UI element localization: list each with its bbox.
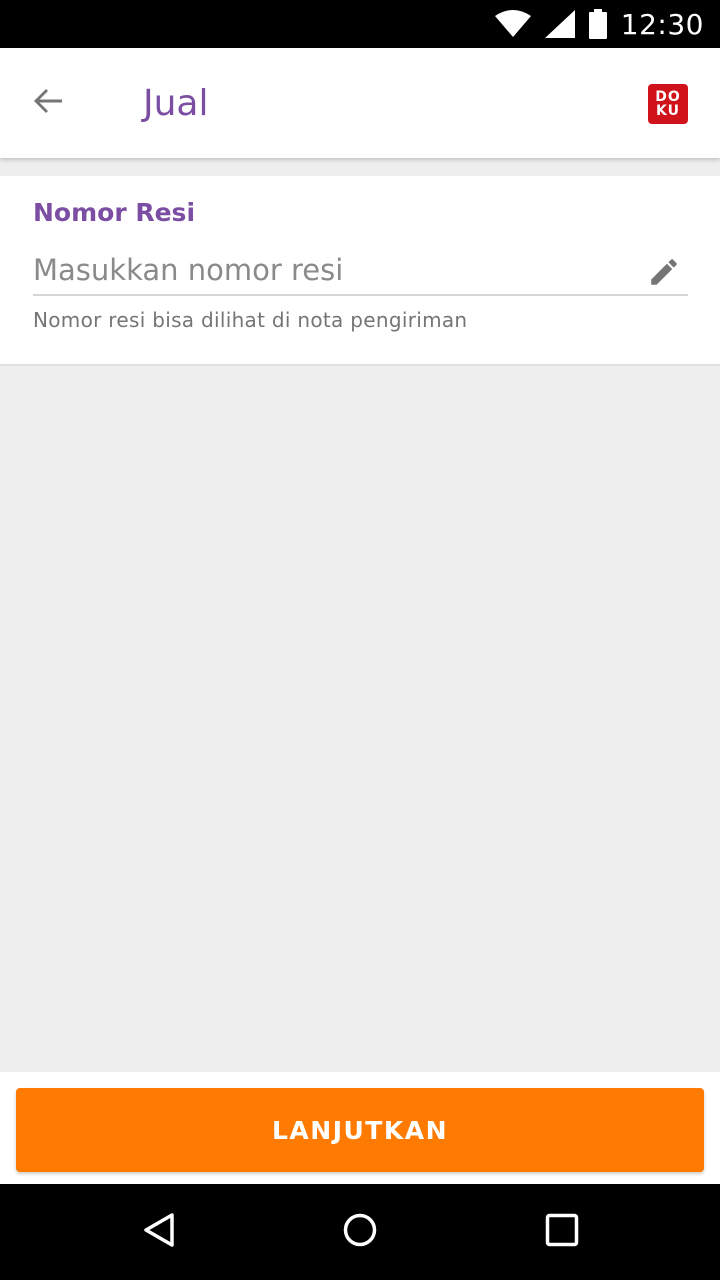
back-button[interactable]	[20, 75, 76, 131]
battery-icon	[588, 9, 607, 39]
status-bar: 12:30	[0, 0, 720, 48]
input-underline	[33, 294, 688, 296]
app-bar: Jual DO KU	[0, 48, 720, 158]
helper-text: Nomor resi bisa dilihat di nota pengirim…	[33, 308, 468, 332]
arrow-left-icon	[32, 85, 64, 121]
bottom-action-bar: LANJUTKAN	[0, 1072, 720, 1184]
nav-back-button[interactable]	[136, 1208, 184, 1256]
continue-button[interactable]: LANJUTKAN	[16, 1088, 704, 1172]
system-nav-bar	[0, 1184, 720, 1280]
logo-line-1: DO	[655, 89, 681, 105]
logo-line-2: KU	[656, 103, 680, 119]
signal-icon	[544, 10, 575, 38]
home-circle-icon	[342, 1212, 378, 1252]
wifi-icon	[494, 10, 531, 38]
nav-recents-button[interactable]	[538, 1208, 586, 1256]
pencil-icon[interactable]	[644, 252, 684, 292]
status-time: 12:30	[620, 7, 704, 41]
nav-home-button[interactable]	[336, 1208, 384, 1256]
resi-form-card: Nomor Resi Nomor resi bisa dilihat di no…	[0, 176, 720, 366]
page-title: Jual	[143, 83, 209, 124]
back-triangle-icon	[142, 1212, 178, 1252]
recents-square-icon	[544, 1212, 580, 1252]
field-label: Nomor Resi	[33, 198, 196, 227]
resi-input[interactable]	[33, 248, 633, 292]
doku-logo: DO KU	[648, 84, 688, 124]
